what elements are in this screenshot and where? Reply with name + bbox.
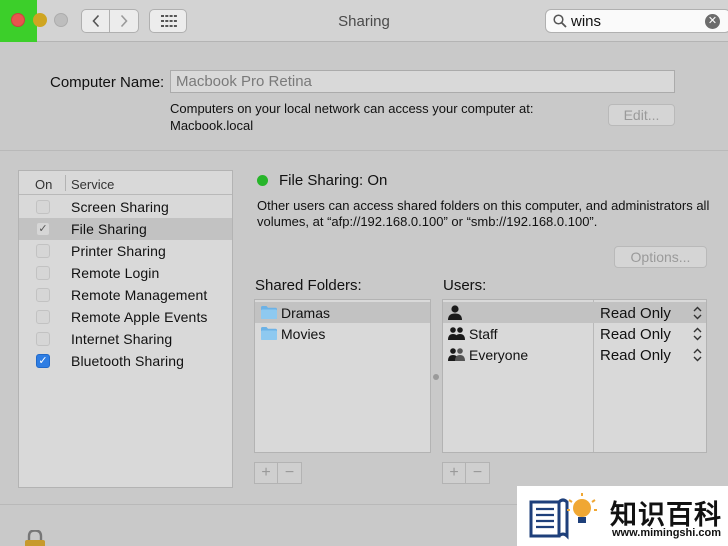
lock-icon[interactable]	[24, 530, 46, 546]
add-user-button[interactable]: +	[443, 463, 466, 483]
status-indicator	[257, 175, 268, 186]
service-label: Remote Management	[71, 287, 208, 303]
service-checkbox[interactable]	[36, 332, 50, 346]
address-description-text: Computers on your local network can acce…	[170, 101, 534, 116]
computer-address-description: Computers on your local network can acce…	[170, 100, 533, 134]
service-label: Internet Sharing	[71, 331, 173, 347]
header-service: Service	[71, 177, 115, 192]
service-row-printer-sharing[interactable]: Printer Sharing	[19, 240, 232, 262]
service-label: Remote Apple Events	[71, 309, 208, 325]
shared-folder-item[interactable]: Dramas	[255, 302, 430, 323]
service-checkbox[interactable]	[36, 200, 50, 214]
service-label: Printer Sharing	[71, 243, 166, 259]
remove-user-button[interactable]: −	[466, 463, 489, 483]
watermark: 知识百科 www.mimingshi.com	[517, 486, 728, 546]
shared-folder-item[interactable]: Movies	[255, 323, 430, 344]
users-add-remove: + −	[442, 462, 490, 484]
service-row-remote-management[interactable]: Remote Management	[19, 284, 232, 306]
user-label: Everyone	[469, 347, 529, 363]
chevron-up-down-icon[interactable]	[693, 348, 702, 362]
book-lightbulb-logo	[529, 493, 597, 540]
shared-folder-label: Dramas	[281, 305, 331, 321]
chevron-up-down-icon[interactable]	[693, 327, 702, 341]
service-checkbox[interactable]	[36, 266, 50, 280]
header-on: On	[35, 177, 53, 192]
permission-value[interactable]: Read Only	[600, 326, 671, 343]
user-label: Staff	[469, 326, 498, 342]
service-label: Screen Sharing	[71, 199, 169, 215]
permission-value[interactable]: Read Only	[600, 305, 671, 322]
users-list: Read Only Staff Read Only Everyone Read …	[442, 299, 707, 453]
watermark-url: www.mimingshi.com	[612, 527, 721, 539]
divider	[0, 150, 728, 151]
title-bar: Sharing ✕	[0, 0, 728, 42]
header-divider	[65, 175, 66, 191]
service-list: On Service Screen Sharing ✓ File Sharing…	[18, 170, 233, 488]
split-view-handle[interactable]	[433, 374, 439, 380]
shared-folder-label: Movies	[281, 326, 326, 342]
shared-folders-add-remove: + −	[254, 462, 302, 484]
search-icon	[553, 14, 567, 28]
service-checkbox[interactable]	[36, 288, 50, 302]
computer-name-label: Computer Name:	[50, 74, 165, 91]
permission-value[interactable]: Read Only	[600, 347, 671, 364]
add-folder-button[interactable]: +	[255, 463, 278, 483]
computer-name-field[interactable]	[170, 70, 675, 93]
service-checkbox[interactable]	[36, 310, 50, 324]
service-row-internet-sharing[interactable]: Internet Sharing	[19, 328, 232, 350]
service-checkbox[interactable]: ✓	[36, 222, 50, 236]
options-button[interactable]: Options...	[614, 246, 707, 268]
service-label: Remote Login	[71, 265, 160, 281]
user-row[interactable]: Read Only	[443, 302, 706, 323]
service-label: Bluetooth Sharing	[71, 353, 185, 369]
clear-search-icon[interactable]: ✕	[705, 14, 720, 29]
chevron-up-down-icon[interactable]	[693, 306, 702, 320]
remove-folder-button[interactable]: −	[278, 463, 301, 483]
shared-folders-title: Shared Folders:	[255, 277, 362, 294]
service-checkbox[interactable]: ✓	[36, 354, 50, 368]
service-row-remote-login[interactable]: Remote Login	[19, 262, 232, 284]
search-input[interactable]	[571, 12, 701, 30]
user-row[interactable]: Staff Read Only	[443, 323, 706, 344]
users-title: Users:	[443, 277, 487, 294]
shared-folders-list: Dramas Movies	[254, 299, 431, 453]
folder-icon	[261, 306, 277, 319]
service-row-bluetooth-sharing[interactable]: ✓ Bluetooth Sharing	[19, 350, 232, 372]
service-row-remote-apple-events[interactable]: Remote Apple Events	[19, 306, 232, 328]
local-hostname: Macbook.local	[170, 118, 254, 133]
group-icon	[448, 348, 465, 361]
file-sharing-status: File Sharing: On	[279, 172, 388, 189]
service-list-header: On Service	[19, 171, 232, 195]
service-checkbox[interactable]	[36, 244, 50, 258]
user-row[interactable]: Everyone Read Only	[443, 344, 706, 365]
service-row-screen-sharing[interactable]: Screen Sharing	[19, 196, 232, 218]
folder-icon	[261, 327, 277, 340]
group-icon	[448, 327, 465, 340]
search-field[interactable]: ✕	[545, 9, 728, 33]
edit-button[interactable]: Edit...	[608, 104, 675, 126]
service-row-file-sharing[interactable]: ✓ File Sharing	[19, 218, 232, 240]
service-label: File Sharing	[71, 221, 147, 237]
file-sharing-description: Other users can access shared folders on…	[257, 198, 710, 229]
user-icon	[448, 305, 462, 320]
